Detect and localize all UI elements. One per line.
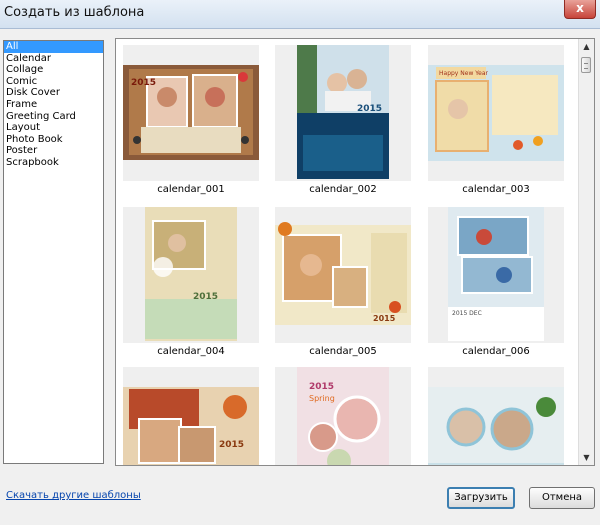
thumbnail-text: Spring xyxy=(309,394,335,403)
thumbnail-year: 2015 xyxy=(219,440,244,450)
scrollbar-thumb[interactable] xyxy=(581,57,591,73)
template-name: calendar_004 xyxy=(157,346,225,357)
template-thumbnail[interactable] xyxy=(428,367,564,465)
template-name: calendar_002 xyxy=(309,184,377,195)
category-item-all[interactable]: All xyxy=(4,41,103,53)
thumbnail-year: 2015 xyxy=(373,314,396,323)
category-item-calendar[interactable]: Calendar xyxy=(4,53,103,65)
category-item-collage[interactable]: Collage xyxy=(4,64,103,76)
template-thumbnail[interactable]: 2015 xyxy=(123,367,259,465)
window-title: Создать из шаблона xyxy=(4,5,145,20)
template-thumbnail[interactable]: 2015 Spring xyxy=(275,367,411,465)
template-thumbnail[interactable]: 2015 DEC xyxy=(428,207,564,343)
calendar-thumbnail-image: 2015 xyxy=(297,45,389,179)
category-item-photo-book[interactable]: Photo Book xyxy=(4,134,103,146)
scroll-up-icon[interactable]: ▲ xyxy=(579,39,594,54)
template-tile[interactable]: 2015 calendar_005 xyxy=(275,207,411,357)
thumbnail-text: Happy New Year xyxy=(439,70,488,77)
thumbnail-year: 2015 xyxy=(193,292,218,302)
category-list[interactable]: All Calendar Collage Comic Disk Cover Fr… xyxy=(3,40,104,464)
thumbnail-year: 2015 xyxy=(357,104,382,114)
calendar-thumbnail-image: 2015 xyxy=(123,387,259,465)
template-thumbnail[interactable]: 2015 xyxy=(275,45,411,181)
cancel-button[interactable]: Отмена xyxy=(529,487,595,509)
calendar-thumbnail-image: 2015 xyxy=(145,207,237,341)
category-item-layout[interactable]: Layout xyxy=(4,122,103,134)
template-name: calendar_005 xyxy=(309,346,377,357)
template-gallery: 2015 calendar_001 2015 calendar_002 Happ… xyxy=(115,38,595,466)
category-item-scrapbook[interactable]: Scrapbook xyxy=(4,157,103,169)
template-thumbnail[interactable]: 2015 xyxy=(275,207,411,343)
download-templates-link[interactable]: Скачать другие шаблоны xyxy=(6,490,141,501)
category-item-poster[interactable]: Poster xyxy=(4,145,103,157)
calendar-thumbnail-image: Happy New Year xyxy=(428,65,564,161)
category-item-disk-cover[interactable]: Disk Cover xyxy=(4,87,103,99)
template-tile[interactable]: 2015 calendar_001 xyxy=(123,45,259,195)
template-tile[interactable]: 2015 Spring xyxy=(275,367,411,465)
template-tile[interactable]: 2015 calendar_004 xyxy=(123,207,259,357)
template-tile[interactable]: 2015 calendar_002 xyxy=(275,45,411,195)
thumbnail-text: 2015 DEC xyxy=(452,310,482,317)
template-tile[interactable]: Happy New Year calendar_003 xyxy=(428,45,564,195)
template-tile[interactable]: 2015 xyxy=(123,367,259,465)
calendar-thumbnail-image xyxy=(428,387,564,465)
template-name: calendar_001 xyxy=(157,184,225,195)
template-tile[interactable] xyxy=(428,367,564,465)
scroll-down-icon[interactable]: ▼ xyxy=(579,450,594,465)
calendar-thumbnail-image: 2015 xyxy=(123,65,259,160)
category-item-frame[interactable]: Frame xyxy=(4,99,103,111)
category-item-greeting-card[interactable]: Greeting Card xyxy=(4,111,103,123)
template-name: calendar_006 xyxy=(462,346,530,357)
template-name: calendar_003 xyxy=(462,184,530,195)
thumbnail-year: 2015 xyxy=(309,382,334,392)
template-thumbnail[interactable]: Happy New Year xyxy=(428,45,564,181)
gallery-scrollbar[interactable]: ▲ ▼ xyxy=(578,39,594,465)
calendar-thumbnail-image: 2015 DEC xyxy=(448,207,544,341)
template-thumbnail[interactable]: 2015 xyxy=(123,45,259,181)
close-icon[interactable]: x xyxy=(564,0,596,19)
calendar-thumbnail-image: 2015 xyxy=(275,222,411,325)
category-item-comic[interactable]: Comic xyxy=(4,76,103,88)
thumbnail-year: 2015 xyxy=(131,78,156,88)
calendar-thumbnail-image: 2015 Spring xyxy=(297,367,389,465)
title-bar: Создать из шаблона x xyxy=(0,0,600,29)
load-button[interactable]: Загрузить xyxy=(447,487,515,509)
template-thumbnail[interactable]: 2015 xyxy=(123,207,259,343)
template-tile[interactable]: 2015 DEC calendar_006 xyxy=(428,207,564,357)
